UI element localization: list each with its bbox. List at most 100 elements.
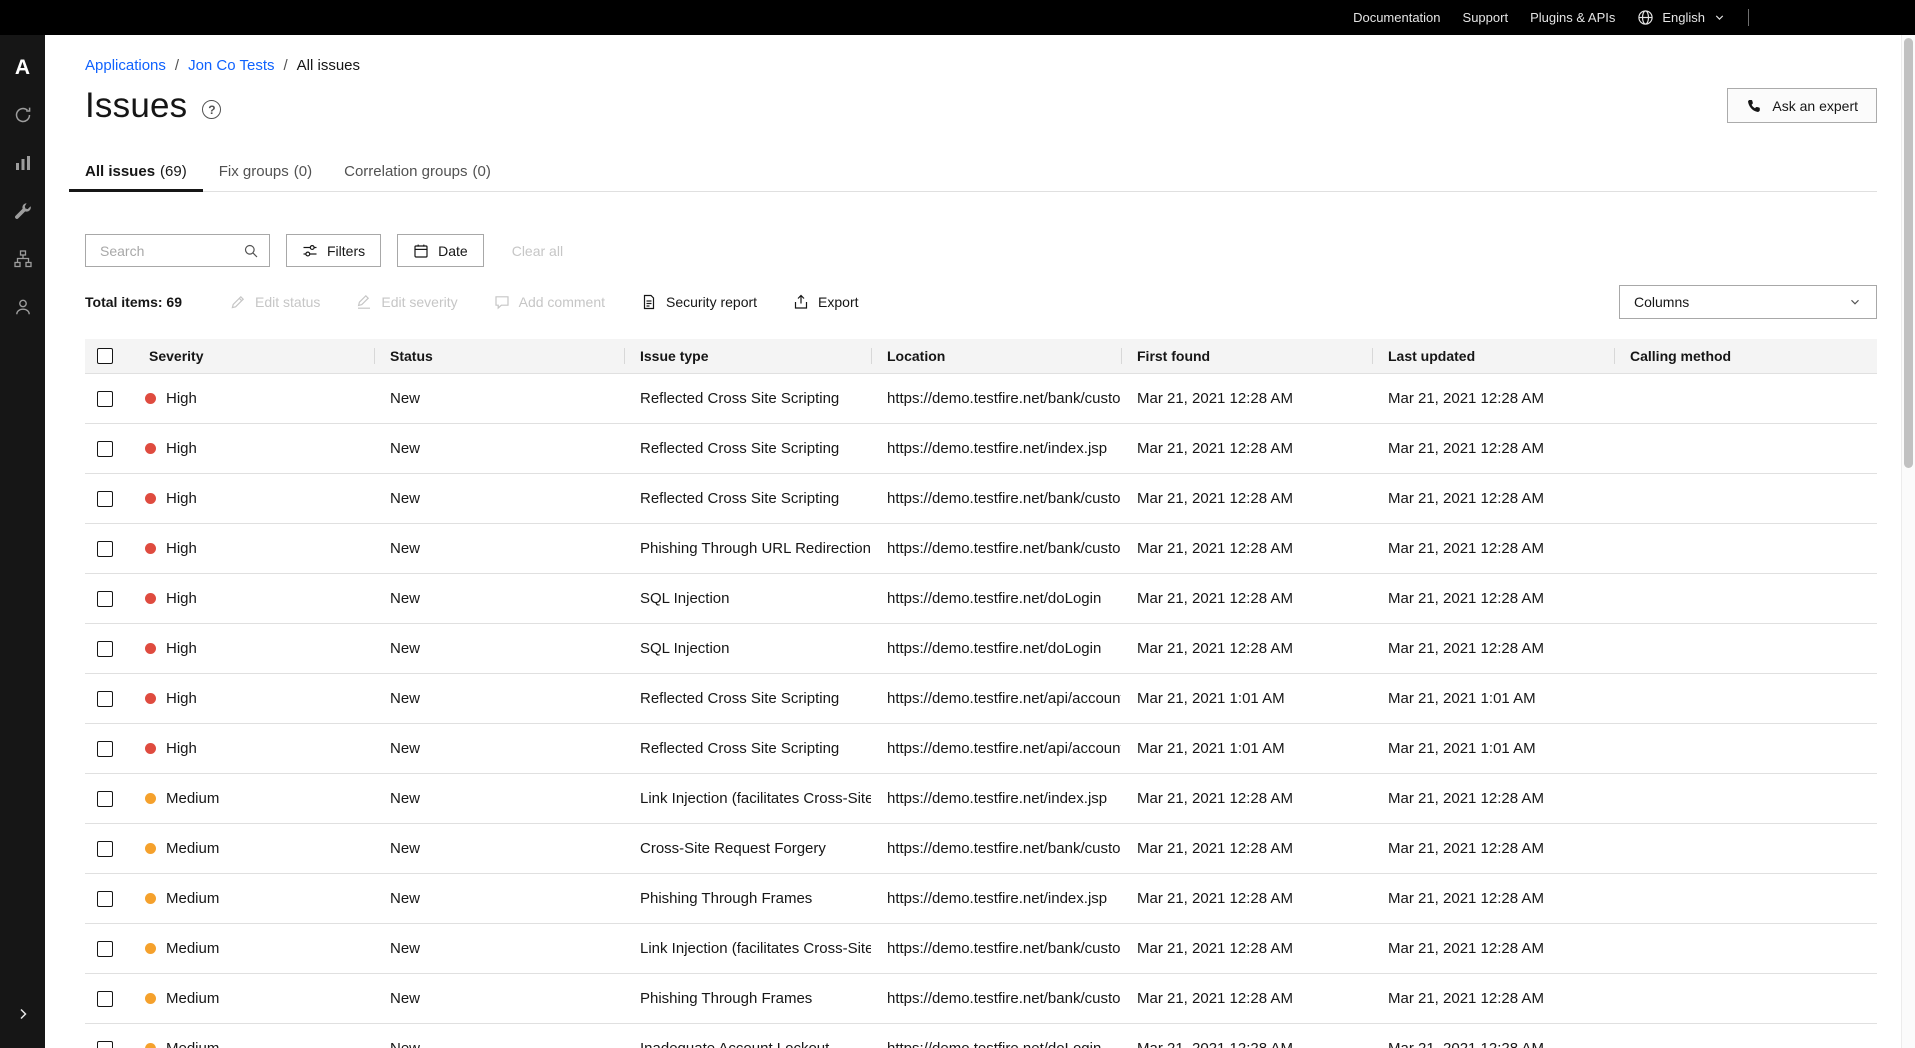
row-checkbox[interactable] <box>97 591 113 607</box>
edit-severity-button[interactable]: Edit severity <box>356 294 457 310</box>
header-calling-method: Calling method <box>1614 339 1877 373</box>
security-report-button[interactable]: Security report <box>641 294 757 310</box>
row-checkbox[interactable] <box>97 691 113 707</box>
dashboard-chart-icon <box>13 153 33 173</box>
table-row[interactable]: Medium New Phishing Through Frames https… <box>85 874 1877 924</box>
severity-dot <box>145 643 156 654</box>
severity-label: High <box>166 590 197 607</box>
filters-button[interactable]: Filters <box>286 234 381 267</box>
columns-dropdown[interactable]: Columns <box>1619 285 1877 319</box>
export-button[interactable]: Export <box>793 294 858 310</box>
row-checkbox-cell <box>85 774 133 823</box>
topbar-link-documentation[interactable]: Documentation <box>1353 10 1440 25</box>
sidebar-item-account[interactable] <box>0 285 45 329</box>
row-checkbox[interactable] <box>97 391 113 407</box>
filter-icon <box>302 243 318 259</box>
tab-all-issues[interactable]: All issues(69) <box>69 152 203 192</box>
severity-cell: High <box>133 740 374 757</box>
table-row[interactable]: Medium New Cross-Site Request Forgery ht… <box>85 824 1877 874</box>
severity-cell: Medium <box>133 1040 374 1048</box>
row-checkbox[interactable] <box>97 741 113 757</box>
first-found-cell: Mar 21, 2021 1:01 AM <box>1121 740 1372 757</box>
issue-type-cell: Inadequate Account Lockout <box>624 1040 871 1048</box>
table-row[interactable]: High New Reflected Cross Site Scripting … <box>85 374 1877 424</box>
edit-status-button[interactable]: Edit status <box>230 294 320 310</box>
table-row[interactable]: High New Phishing Through URL Redirectio… <box>85 524 1877 574</box>
user-icon <box>13 297 33 317</box>
table-row[interactable]: Medium New Link Injection (facilitates C… <box>85 774 1877 824</box>
row-checkbox[interactable] <box>97 791 113 807</box>
select-all-checkbox[interactable] <box>97 348 113 364</box>
table-row[interactable]: High New Reflected Cross Site Scripting … <box>85 474 1877 524</box>
topbar-divider <box>1748 9 1749 26</box>
language-selector[interactable]: English <box>1637 9 1726 26</box>
issue-type-cell: Link Injection (facilitates Cross-Site R <box>624 790 871 807</box>
row-checkbox[interactable] <box>97 491 113 507</box>
row-checkbox[interactable] <box>97 641 113 657</box>
severity-label: Medium <box>166 990 219 1007</box>
calendar-icon <box>413 243 429 259</box>
ask-an-expert-label: Ask an expert <box>1772 98 1858 114</box>
severity-dot <box>145 443 156 454</box>
sidebar-item-organization[interactable] <box>0 237 45 281</box>
sidebar-item-home[interactable]: A <box>0 45 45 89</box>
severity-cell: Medium <box>133 890 374 907</box>
row-checkbox[interactable] <box>97 841 113 857</box>
status-cell: New <box>374 840 624 857</box>
table-row[interactable]: Medium New Phishing Through Frames https… <box>85 974 1877 1024</box>
location-cell: https://demo.testfire.net/index.jsp <box>871 790 1121 807</box>
breadcrumb-applications[interactable]: Applications <box>85 57 166 74</box>
date-button[interactable]: Date <box>397 234 484 267</box>
add-comment-button[interactable]: Add comment <box>494 294 605 310</box>
severity-cell: High <box>133 590 374 607</box>
ask-an-expert-button[interactable]: Ask an expert <box>1727 88 1877 123</box>
row-checkbox[interactable] <box>97 541 113 557</box>
tab-correlation-groups[interactable]: Correlation groups(0) <box>328 152 507 192</box>
chevron-down-icon <box>1848 295 1862 309</box>
row-checkbox-cell <box>85 474 133 523</box>
row-checkbox[interactable] <box>97 441 113 457</box>
scrollbar-thumb[interactable] <box>1904 38 1913 468</box>
last-updated-cell: Mar 21, 2021 12:28 AM <box>1372 640 1614 657</box>
severity-dot <box>145 793 156 804</box>
breadcrumb-application-name[interactable]: Jon Co Tests <box>188 57 274 74</box>
table-row[interactable]: High New SQL Injection https://demo.test… <box>85 624 1877 674</box>
severity-dot <box>145 393 156 404</box>
severity-dot <box>145 593 156 604</box>
tab-fix-groups[interactable]: Fix groups(0) <box>203 152 328 192</box>
row-checkbox[interactable] <box>97 1041 113 1048</box>
row-checkbox[interactable] <box>97 941 113 957</box>
topbar-link-plugins-apis[interactable]: Plugins & APIs <box>1530 10 1615 25</box>
help-icon[interactable]: ? <box>202 100 221 119</box>
status-cell: New <box>374 640 624 657</box>
issue-type-cell: Phishing Through Frames <box>624 890 871 907</box>
sidebar-item-dashboard[interactable] <box>0 141 45 185</box>
header-last-updated: Last updated <box>1372 339 1614 373</box>
table-row[interactable]: Medium New Link Injection (facilitates C… <box>85 924 1877 974</box>
search-input[interactable] <box>98 242 243 260</box>
table-row[interactable]: High New Reflected Cross Site Scripting … <box>85 424 1877 474</box>
chevron-down-icon <box>1713 11 1726 24</box>
vertical-scrollbar[interactable] <box>1901 35 1915 1048</box>
topbar-link-support[interactable]: Support <box>1463 10 1509 25</box>
row-checkbox[interactable] <box>97 991 113 1007</box>
sidebar-item-tools[interactable] <box>0 189 45 233</box>
search-icon[interactable] <box>243 243 259 259</box>
row-checkbox[interactable] <box>97 891 113 907</box>
tab-bar: All issues(69) Fix groups(0) Correlation… <box>69 152 1877 192</box>
search-box <box>85 234 270 267</box>
severity-label: Medium <box>166 790 219 807</box>
tab-count: (0) <box>473 163 491 180</box>
table-row[interactable]: Medium New Inadequate Account Lockout ht… <box>85 1024 1877 1048</box>
appscan-logo: A <box>15 57 30 78</box>
clear-all-button[interactable]: Clear all <box>512 243 563 259</box>
row-checkbox-cell <box>85 824 133 873</box>
expand-sidebar-button[interactable] <box>0 992 45 1036</box>
table-row[interactable]: High New SQL Injection https://demo.test… <box>85 574 1877 624</box>
table-row[interactable]: High New Reflected Cross Site Scripting … <box>85 674 1877 724</box>
sidebar-item-scans[interactable] <box>0 93 45 137</box>
last-updated-cell: Mar 21, 2021 12:28 AM <box>1372 590 1614 607</box>
table-row[interactable]: High New Reflected Cross Site Scripting … <box>85 724 1877 774</box>
severity-cell: High <box>133 540 374 557</box>
first-found-cell: Mar 21, 2021 12:28 AM <box>1121 840 1372 857</box>
